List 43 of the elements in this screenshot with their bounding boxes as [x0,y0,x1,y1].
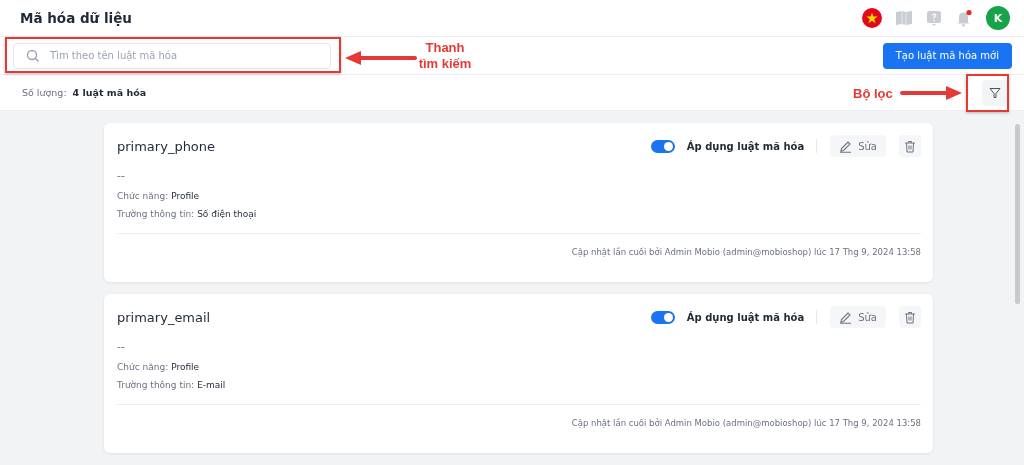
info-label: Trường thông tin: [117,380,195,390]
info-label: Chức năng: [117,191,169,201]
arrow-icon [345,51,417,65]
trash-icon [904,310,916,324]
create-rule-button[interactable]: Tạo luật mã hóa mới [882,42,1012,69]
user-avatar[interactable]: K [986,6,1010,30]
highlight-frame [966,74,1009,112]
filter-icon [989,86,1001,99]
count-label: Số lượng: [22,87,67,98]
scrollbar[interactable] [1015,124,1020,304]
last-updated: Cập nhật lần cuối bởi Admin Mobio (admin@mobioshop) lúc 17 Thg 9, 2024 13:58 [117,404,921,428]
pencil-icon [839,310,853,324]
annotation-text: Thanh tìm kiếm [417,40,473,72]
pencil-icon [839,139,853,153]
page-title: Mã hóa dữ liệu [20,10,132,26]
count-value: 4 luật mã hóa [72,87,147,98]
info-label: Trường thông tin: [117,209,195,219]
info-value: E-mail [197,380,226,390]
bell-icon[interactable] [955,9,973,27]
rule-description: -- [117,340,126,355]
info-value: Số điện thoại [197,209,257,219]
search-icon [26,48,40,63]
edit-button[interactable]: Sửa [830,135,886,157]
last-updated: Cập nhật lần cuối bởi Admin Mobio (admin@mobioshop) lúc 17 Thg 9, 2024 13:58 [117,233,921,257]
apply-label: Áp dụng luật mã hóa [686,140,805,152]
rule-name: primary_email [117,309,211,325]
arrow-icon [900,86,962,100]
flag-icon[interactable] [862,8,882,28]
rule-name: primary_phone [117,138,216,154]
info-value: Profile [171,362,200,372]
delete-button[interactable] [899,135,921,157]
trash-icon [904,139,916,153]
info-value: Profile [171,191,200,201]
info-label: Chức năng: [117,362,169,372]
search-field[interactable]: Tìm theo tên luật mã hóa [13,42,331,69]
rule-description: -- [117,169,126,184]
annotation-text: Bộ lọc [853,86,893,102]
apply-toggle[interactable] [650,310,675,324]
delete-button[interactable] [899,306,921,328]
apply-toggle[interactable] [650,139,675,153]
filter-button[interactable] [982,79,1008,106]
edit-button[interactable]: Sửa [830,306,886,328]
apply-label: Áp dụng luật mã hóa [686,311,805,323]
